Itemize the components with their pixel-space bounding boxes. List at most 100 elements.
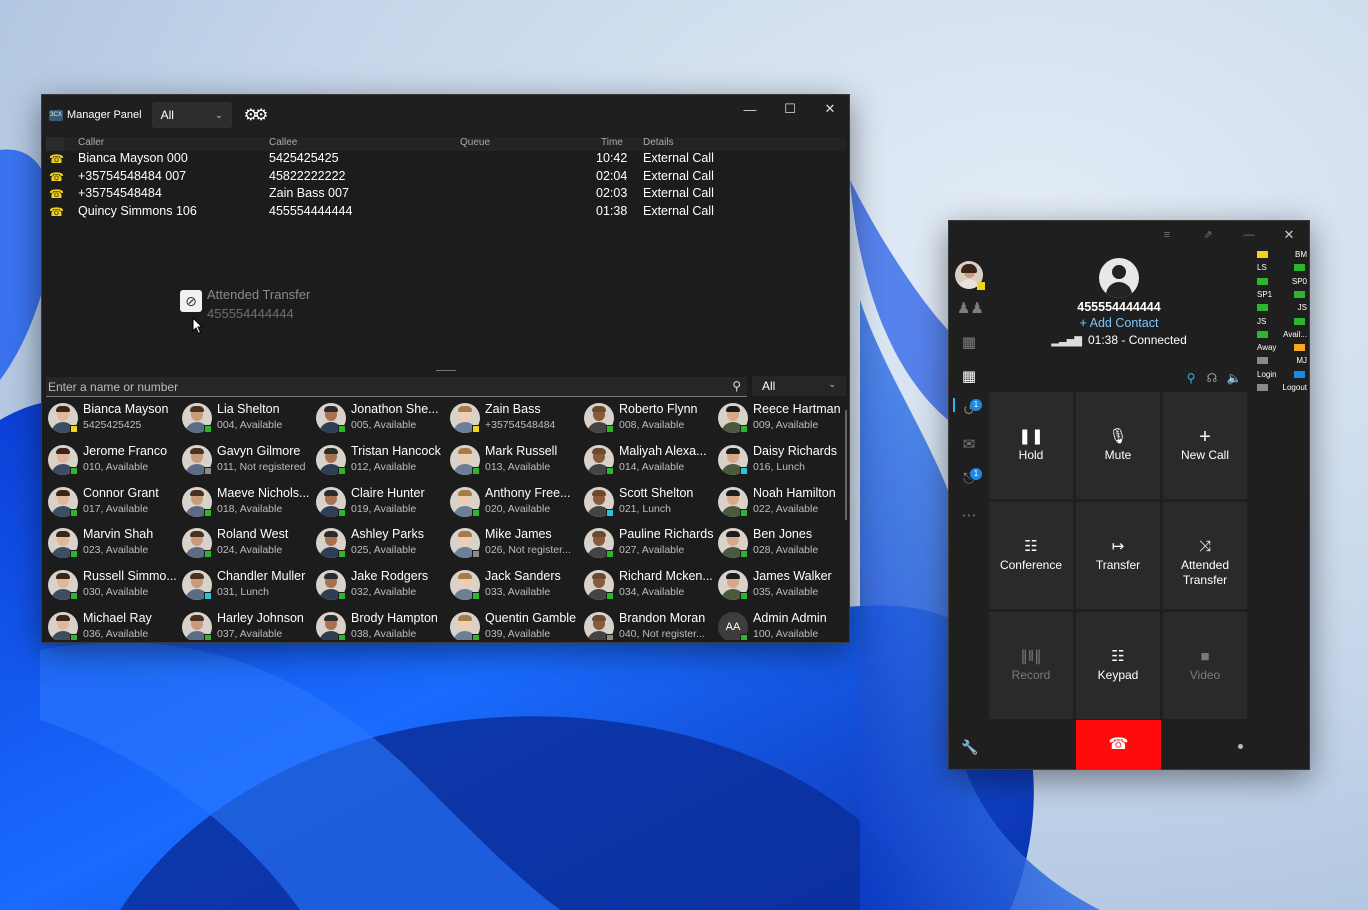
presence-indicator (204, 634, 212, 640)
speaker-volume-icon[interactable]: 🔈 (1225, 371, 1243, 387)
contacts-scrollbar[interactable] (845, 410, 847, 520)
contact-card[interactable]: Ashley Parks 025, Available (314, 523, 448, 564)
contact-card[interactable]: Ben Jones 028, Available (716, 523, 846, 564)
queue-filter-dropdown[interactable]: All ⌄ (151, 102, 232, 128)
contact-card[interactable]: Russell Simmo... 030, Available (46, 565, 180, 606)
contact-card[interactable]: Daisy Richards 016, Lunch (716, 440, 846, 481)
presence-entry[interactable]: SP0 (1253, 276, 1309, 289)
presence-entry[interactable]: Avail... (1253, 329, 1309, 342)
contact-search-input[interactable]: Enter a name or number ⚲ (46, 377, 747, 397)
people-icon[interactable]: ♟♟ (957, 297, 984, 321)
header-callee[interactable]: Callee (269, 137, 297, 148)
contact-status-text: 018, Available (217, 502, 283, 515)
contact-name: Reece Hartman (753, 402, 841, 416)
hang-up-button[interactable]: ☎ (1076, 720, 1161, 770)
contact-card[interactable]: Gavyn Gilmore 011, Not registered (180, 440, 314, 481)
panel-splitter[interactable] (436, 370, 456, 371)
contact-card[interactable]: AA Admin Admin 100, Available (716, 607, 846, 640)
contact-card[interactable]: Claire Hunter 019, Available (314, 482, 448, 523)
video-button[interactable]: ■ Video (1163, 612, 1247, 719)
keypad-button[interactable]: ☷ Keypad (1076, 612, 1160, 719)
record-icon: ∥‖∥ (1020, 648, 1042, 665)
attended-transfer-button[interactable]: ⤨ Attended Transfer (1163, 502, 1247, 609)
presence-swatch (1294, 370, 1305, 378)
contact-card[interactable]: Harley Johnson 037, Available (180, 607, 314, 640)
presence-entry[interactable]: MJ (1253, 355, 1309, 368)
contact-card[interactable]: Marvin Shah 023, Available (46, 523, 180, 564)
header-queue[interactable]: Queue (460, 137, 490, 148)
call-quality-icon[interactable]: ⚲ (1182, 371, 1200, 387)
contact-card[interactable]: Noah Hamilton 022, Available (716, 482, 846, 523)
table-row[interactable]: ☎ Bianca Mayson 000 5425425425 10:42 Externa… (46, 151, 846, 169)
presence-entry[interactable]: Login (1253, 369, 1309, 382)
stats-icon[interactable]: ≡ (1155, 225, 1179, 245)
contacts-book-icon[interactable]: ▦ (957, 331, 981, 355)
contact-card[interactable]: Brody Hampton 038, Available (314, 607, 448, 640)
more-icon[interactable]: ⋯ (957, 504, 981, 528)
contact-card[interactable]: Reece Hartman 009, Available (716, 398, 846, 439)
contact-card[interactable]: Connor Grant 017, Available (46, 482, 180, 523)
contact-name: Jack Sanders (485, 569, 561, 584)
contact-card[interactable]: Jack Sanders 033, Available (448, 565, 582, 606)
contact-card[interactable]: Maliyah Alexa... 014, Available (582, 440, 716, 481)
contact-card[interactable]: Jake Rodgers 032, Available (314, 565, 448, 606)
contact-card[interactable]: Bianca Mayson 5425425425 (46, 398, 180, 439)
popout-icon[interactable]: ⇗ (1196, 225, 1220, 245)
table-row[interactable]: ☎ Quincy Simmons 106 455554444444 01:38 Exte… (46, 204, 846, 222)
contact-card[interactable]: James Walker 035, Available (716, 565, 846, 606)
minimize-button[interactable]: — (1237, 225, 1261, 245)
contact-card[interactable]: Pauline Richards 027, Available (582, 523, 716, 564)
contact-card[interactable]: Roland West 024, Available (180, 523, 314, 564)
contact-card[interactable]: Chandler Muller 031, Lunch (180, 565, 314, 606)
presence-entry[interactable]: JS (1253, 316, 1309, 329)
contact-card[interactable]: Maeve Nichols... 018, Available (180, 482, 314, 523)
wrench-settings-icon[interactable]: 🔧 (961, 739, 978, 756)
record-button[interactable]: ∥‖∥ Record (989, 612, 1073, 719)
contact-card[interactable]: Michael Ray 036, Available (46, 607, 180, 640)
add-contact-link[interactable]: + Add Contact (989, 316, 1249, 330)
chat-icon[interactable]: ✉ (957, 433, 981, 457)
presence-entry[interactable]: Away (1253, 342, 1309, 355)
presence-entry[interactable]: JS (1253, 302, 1309, 315)
close-button[interactable]: ✕ (1277, 225, 1301, 245)
contact-filter-dropdown[interactable]: All ⌄ (752, 376, 846, 396)
minimize-button[interactable]: — (730, 95, 770, 123)
presence-entry[interactable]: LS (1253, 262, 1309, 275)
call-status-text: 01:38 - Connected (1088, 333, 1187, 347)
conference-button[interactable]: ☷ Conference (989, 502, 1073, 609)
presence-entry[interactable]: SP1 (1253, 289, 1309, 302)
contact-card[interactable]: Jerome Franco 010, Available (46, 440, 180, 481)
contact-card[interactable]: Scott Shelton 021, Lunch (582, 482, 716, 523)
close-button[interactable]: ✕ (810, 95, 850, 123)
header-time[interactable]: Time (601, 137, 623, 148)
transfer-button[interactable]: ↦ Transfer (1076, 502, 1160, 609)
contact-name: Ben Jones (753, 527, 813, 542)
maximize-button[interactable]: ☐ (770, 95, 810, 123)
header-details[interactable]: Details (643, 137, 674, 148)
contact-card[interactable]: Mike James 026, Not register... (448, 523, 582, 564)
search-icon[interactable]: ⚲ (732, 379, 741, 393)
headset-icon[interactable]: ☊ (1203, 371, 1221, 387)
contact-card[interactable]: Brandon Moran 040, Not register... (582, 607, 716, 640)
hold-button[interactable]: ❚❚ Hold (989, 392, 1073, 499)
new-call-button[interactable]: + New Call (1163, 392, 1247, 499)
table-row[interactable]: ☎ +35754548484 007 45822222222 02:04 Externa… (46, 169, 846, 187)
table-row[interactable]: ☎ +35754548484 Zain Bass 007 02:03 External … (46, 186, 846, 204)
dialpad-icon[interactable]: ▦ (957, 365, 981, 389)
contact-card[interactable]: Anthony Free... 020, Available (448, 482, 582, 523)
contact-card[interactable]: Roberto Flynn 008, Available (582, 398, 716, 439)
contact-card[interactable]: Zain Bass +35754548484 (448, 398, 582, 439)
contact-card[interactable]: Richard Mcken... 034, Available (582, 565, 716, 606)
contact-card[interactable]: Mark Russell 013, Available (448, 440, 582, 481)
header-caller[interactable]: Caller (78, 137, 104, 148)
contact-card[interactable]: Quentin Gamble 039, Available (448, 607, 582, 640)
settings-gear-icon[interactable]: ⚙⚙ (244, 105, 269, 125)
presence-entry[interactable]: Logout (1253, 382, 1309, 395)
contact-card[interactable]: Jonathon She... 005, Available (314, 398, 448, 439)
pager-dot[interactable] (1238, 744, 1243, 749)
presence-entry[interactable]: BM (1253, 249, 1309, 262)
mute-button[interactable]: 🎙 Mute (1076, 392, 1160, 499)
contact-card[interactable]: Lia Shelton 004, Available (180, 398, 314, 439)
contact-card[interactable]: Tristan Hancock 012, Available (314, 440, 448, 481)
contact-name: Mark Russell (485, 443, 558, 458)
